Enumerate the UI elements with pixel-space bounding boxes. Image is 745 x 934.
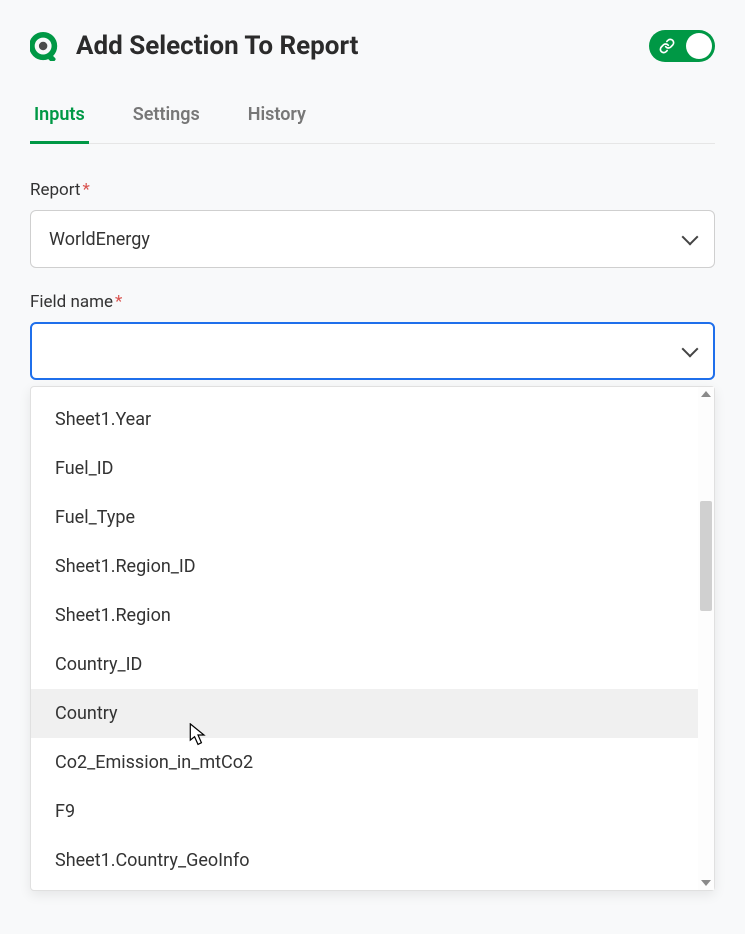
qlik-logo-icon — [30, 31, 60, 61]
scrollbar-thumb[interactable] — [700, 501, 712, 611]
report-select-value: WorldEnergy — [49, 229, 150, 250]
dropdown-option[interactable]: Sheet1.Year — [31, 395, 698, 444]
dialog-header: Add Selection To Report — [30, 30, 715, 62]
dropdown-option[interactable]: Co2_Emission_in_mtCo2 — [31, 738, 698, 787]
dropdown-option[interactable]: Sheet1.Region_ID — [31, 542, 698, 591]
dropdown-scrollbar[interactable] — [698, 387, 714, 890]
scroll-down-icon — [701, 880, 711, 886]
required-marker: * — [115, 292, 122, 312]
report-field-group: Report* WorldEnergy — [30, 180, 715, 268]
fieldname-label: Field name* — [30, 292, 715, 312]
dropdown-option[interactable]: Fuel_ID — [31, 444, 698, 493]
link-icon — [659, 38, 675, 54]
tab-history[interactable]: History — [244, 94, 310, 144]
tab-settings[interactable]: Settings — [129, 94, 204, 144]
header-left: Add Selection To Report — [30, 31, 358, 61]
report-select[interactable]: WorldEnergy — [30, 210, 715, 268]
fieldname-select[interactable] — [30, 322, 715, 380]
scroll-up-icon — [701, 391, 711, 397]
dropdown-option[interactable]: Country — [31, 689, 698, 738]
dialog-title: Add Selection To Report — [76, 31, 358, 61]
dropdown-option[interactable]: Fuel_Type — [31, 493, 698, 542]
fieldname-field-group: Field name* Sheet1.YearFuel_IDFuel_TypeS… — [30, 292, 715, 380]
toggle-knob — [686, 33, 712, 59]
report-label: Report* — [30, 180, 715, 200]
dropdown-list[interactable]: Sheet1.YearFuel_IDFuel_TypeSheet1.Region… — [31, 387, 698, 890]
chevron-down-icon — [682, 341, 699, 358]
fieldname-label-text: Field name — [30, 292, 113, 312]
dropdown-option[interactable]: Country_ID — [31, 640, 698, 689]
chevron-down-icon — [682, 229, 699, 246]
dropdown-option[interactable]: Sheet1.Country_GeoInfo — [31, 836, 698, 885]
dropdown-option[interactable]: Sheet1.Region — [31, 591, 698, 640]
tab-inputs[interactable]: Inputs — [30, 94, 89, 144]
dropdown-option[interactable]: F9 — [31, 787, 698, 836]
fieldname-dropdown: Sheet1.YearFuel_IDFuel_TypeSheet1.Region… — [30, 386, 715, 891]
required-marker: * — [82, 180, 89, 200]
report-label-text: Report — [30, 180, 80, 200]
enable-toggle[interactable] — [649, 30, 715, 62]
tab-bar: Inputs Settings History — [30, 94, 715, 144]
